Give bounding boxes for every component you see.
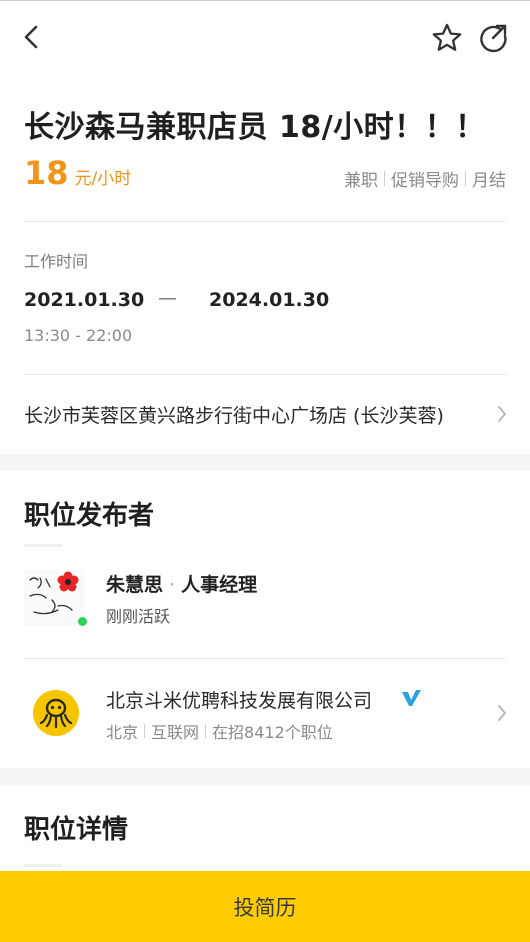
publisher-name-line[interactable]: 朱慧思 · 人事经理 [106,570,257,597]
meta-separator [144,724,146,738]
job-tag: 月结 [472,171,506,191]
work-end-date: 2024.01.30 [209,289,330,311]
publisher-name: 朱慧思 [106,574,164,596]
divider [24,658,506,659]
work-time-label: 工作时间 [24,252,89,271]
avatar[interactable] [24,570,84,626]
publisher-section-title: 职位发布者 [24,501,155,531]
divider [24,221,506,222]
work-start-date: 2021.01.30 [24,289,145,311]
salary-unit: 元/小时 [74,169,132,189]
verified-v-icon [402,690,421,706]
tag-separator [384,171,385,186]
publisher-role: 人事经理 [181,574,258,596]
section-gap [0,768,530,785]
job-tag: 兼职 [344,171,378,191]
company-name: 北京斗米优聘科技发展有限公司 [106,690,373,712]
section-underline [24,864,62,867]
details-section-title: 职位详情 [24,815,129,845]
salary: 18 元/小时 [24,154,131,192]
section-underline [24,544,62,547]
work-hours: 13:30 - 22:00 [24,326,133,345]
divider [24,374,506,375]
company-open-positions: 在招8412个职位 [212,723,333,742]
section-gap [0,454,530,471]
meta-separator [205,724,207,738]
top-bar [0,0,530,70]
apply-button[interactable]: 投简历 [0,871,530,942]
salary-amount: 18 [24,154,69,192]
chevron-right-icon [498,705,506,721]
job-tags: 兼职 促销导购 月结 [344,166,506,191]
company-city: 北京 [106,723,139,742]
share-icon[interactable] [478,21,510,55]
company-industry: 互联网 [151,723,200,742]
company-meta: 北京 互联网 在招8412个职位 [106,719,333,743]
apply-button-label: 投简历 [233,895,297,920]
tag-separator [465,171,466,186]
chevron-right-icon [498,406,506,422]
job-tag: 促销导购 [391,171,459,191]
company-logo [33,690,79,736]
chevron-left-icon[interactable] [18,21,46,53]
name-separator: · [169,574,176,596]
publisher-activity: 刚刚活跃 [106,607,171,626]
date-range-dash: — [158,287,177,309]
star-icon[interactable] [430,21,464,55]
job-title: 长沙森马兼职店员 18/小时！！！ [24,110,486,145]
work-address: 长沙市芙蓉区黄兴路步行街中心广场店 (长沙芙蓉) [24,405,444,427]
online-status-dot [76,615,89,628]
